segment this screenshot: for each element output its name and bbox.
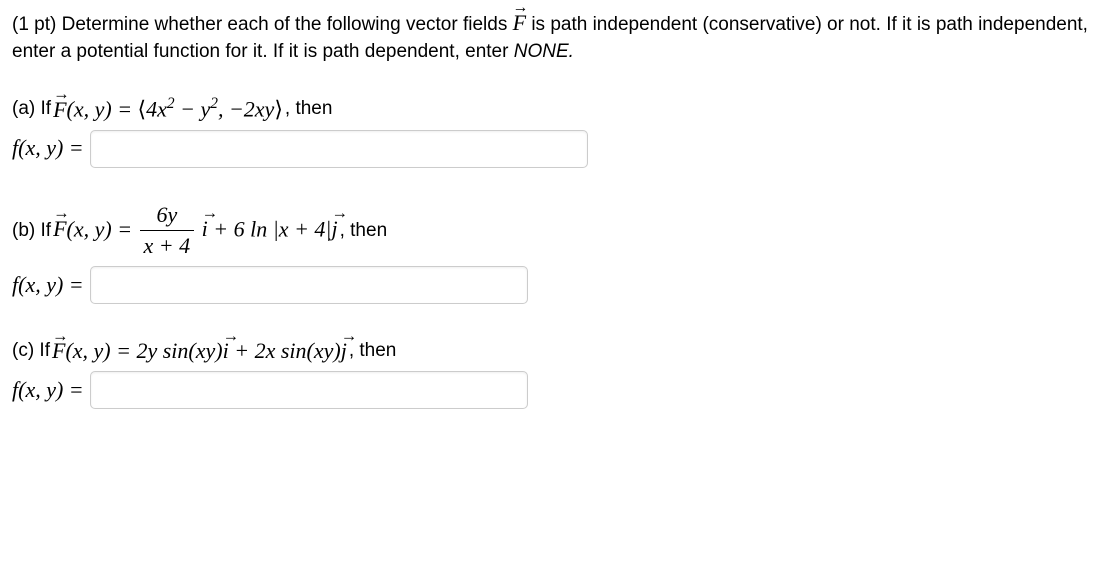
part-b-frac-den: x + 4	[140, 231, 195, 262]
points-label: (1 pt)	[12, 14, 56, 35]
part-c-answer-label: f(x, y) =	[12, 375, 84, 406]
part-b-answer-label: f(x, y) =	[12, 270, 84, 301]
part-c: (c) If F(x, y) = 2y sin(xy)i + 2x sin(xy…	[12, 336, 1108, 409]
none-label: NONE.	[514, 41, 574, 62]
part-a-langle: ⟨	[138, 97, 147, 122]
problem-intro: (1 pt) Determine whether each of the fol…	[12, 8, 1108, 65]
part-a-sq2: 2	[210, 95, 218, 112]
part-a-answer-label: f(x, y) =	[12, 133, 84, 164]
intro-text-1: Determine whether each of the following …	[56, 14, 512, 35]
part-b-answer-input[interactable]	[90, 266, 528, 304]
part-c-plus: + 2x sin(xy)	[229, 338, 341, 363]
part-a-minus: − y	[175, 97, 211, 122]
part-b-frac-num: 6y	[140, 200, 195, 232]
part-b-fraction: 6y x + 4	[140, 200, 195, 263]
part-c-prompt: (c) If F(x, y) = 2y sin(xy)i + 2x sin(xy…	[12, 336, 1108, 367]
vector-F-a: F	[53, 95, 66, 126]
part-b-prompt: (b) If F(x, y) = 6y x + 4 i + 6 ln |x + …	[12, 200, 1108, 263]
vector-j-c: j	[341, 336, 347, 367]
part-a-comma: , −2xy	[218, 97, 274, 122]
part-b-plus: + 6 ln |x + 4|	[208, 216, 332, 241]
vector-j-b: j	[331, 214, 337, 245]
part-b-label: (b) If	[12, 218, 51, 245]
part-a-then: , then	[285, 96, 333, 123]
part-b-args: (x, y) =	[67, 216, 138, 241]
part-a-sq1: 2	[167, 95, 175, 112]
vector-i-b: i	[202, 214, 208, 245]
part-a-rangle: ⟩	[274, 97, 283, 122]
part-a-expr1: 4x	[146, 97, 167, 122]
part-a-prompt: (a) If F(x, y) = ⟨4x2 − y2, −2xy⟩ , then	[12, 93, 1108, 125]
vector-F-b: F	[53, 214, 66, 245]
vector-F-symbol: F	[513, 8, 526, 39]
part-a: (a) If F(x, y) = ⟨4x2 − y2, −2xy⟩ , then…	[12, 93, 1108, 167]
part-a-args: (x, y) =	[67, 97, 138, 122]
part-a-label: (a) If	[12, 96, 51, 123]
part-b: (b) If F(x, y) = 6y x + 4 i + 6 ln |x + …	[12, 200, 1108, 305]
vector-F-c: F	[52, 336, 65, 367]
part-a-answer-input[interactable]	[90, 130, 588, 168]
part-c-args: (x, y) = 2y sin(xy)	[65, 338, 222, 363]
part-c-label: (c) If	[12, 338, 50, 365]
vector-i-c: i	[223, 336, 229, 367]
part-c-answer-input[interactable]	[90, 371, 528, 409]
